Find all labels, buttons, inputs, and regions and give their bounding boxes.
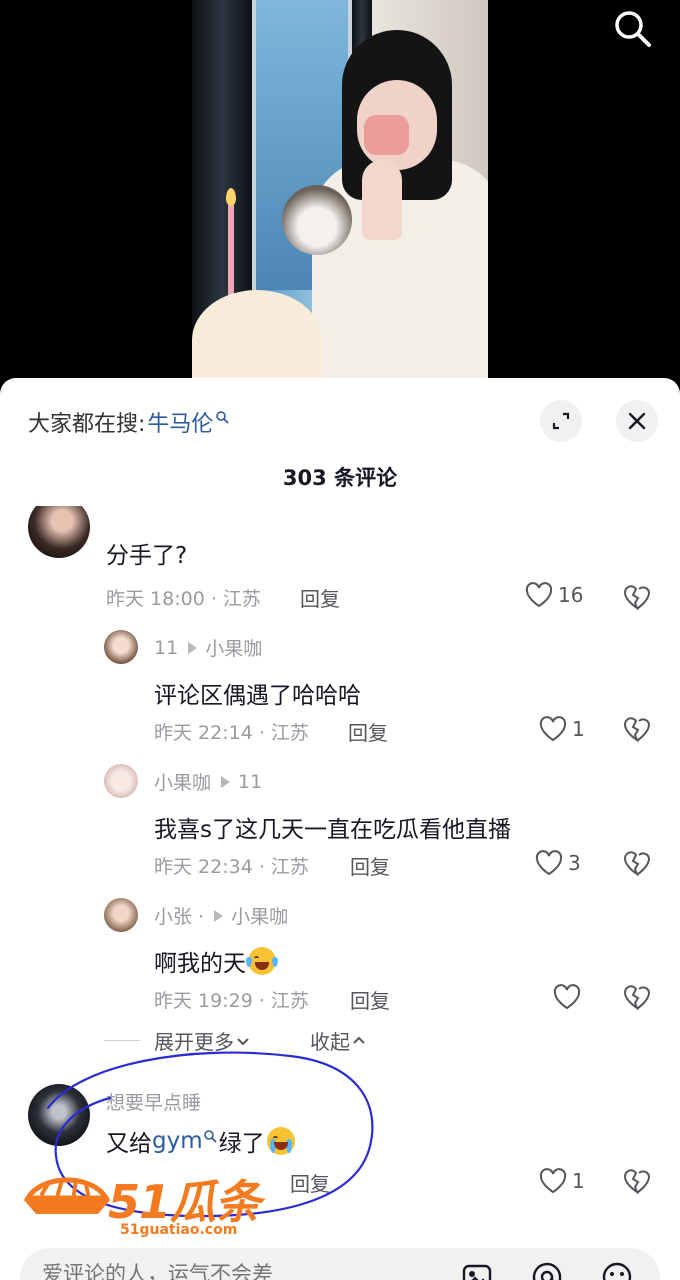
like-button[interactable] bbox=[552, 982, 586, 1012]
hot-search-bar[interactable]: 大家都在搜: 牛马伦 bbox=[28, 404, 229, 440]
cat bbox=[282, 185, 352, 255]
comment-input-bar bbox=[20, 1248, 660, 1280]
praying-hands bbox=[362, 160, 402, 240]
like-button[interactable]: 1 bbox=[538, 1166, 585, 1196]
reply-button[interactable]: 回复 bbox=[350, 851, 390, 880]
watermark: 51瓜条 51guatiao.com bbox=[22, 1166, 282, 1246]
broken-heart-icon[interactable] bbox=[622, 848, 652, 878]
avatar[interactable] bbox=[104, 630, 138, 664]
reply-arrow-icon bbox=[221, 775, 231, 788]
comment-item: 分手了? 昨天 18:00 · 江苏 回复 16 bbox=[0, 506, 680, 626]
comment-time: 昨天 22:14 · 江苏 bbox=[154, 722, 309, 744]
comment-time: 昨天 18:00 · 江苏 bbox=[106, 588, 261, 610]
broken-heart-icon[interactable] bbox=[622, 1166, 652, 1196]
heart-icon bbox=[539, 716, 567, 742]
user-name[interactable]: 小果咖 bbox=[154, 768, 211, 795]
reply-button[interactable]: 回复 bbox=[350, 985, 390, 1014]
broken-heart-icon[interactable] bbox=[622, 982, 652, 1012]
reply-item: 11 小果咖 评论区偶遇了哈哈哈 昨天 22:14 · 江苏 回复 1 bbox=[0, 624, 680, 758]
reply-name-line: 小张 · 小果咖 bbox=[154, 902, 288, 929]
reply-button[interactable]: 回复 bbox=[348, 717, 388, 746]
reply-to-name[interactable]: 11 bbox=[238, 771, 262, 793]
image-icon[interactable] bbox=[460, 1260, 494, 1280]
comment-text: 评论区偶遇了哈哈哈 bbox=[154, 683, 361, 709]
reply-to-name[interactable]: 小果咖 bbox=[231, 902, 288, 929]
at-icon[interactable] bbox=[530, 1260, 564, 1280]
heart-icon bbox=[539, 1168, 567, 1194]
reply-arrow-icon bbox=[214, 909, 224, 922]
comment-input[interactable] bbox=[42, 1262, 442, 1280]
like-button[interactable]: 1 bbox=[538, 714, 585, 744]
candle-flame bbox=[226, 188, 236, 206]
avatar[interactable] bbox=[28, 506, 90, 558]
watermelon-logo-icon bbox=[23, 1177, 111, 1214]
hot-search-term[interactable]: 牛马伦 bbox=[147, 406, 213, 438]
avatar[interactable] bbox=[104, 898, 138, 932]
divider bbox=[104, 1040, 140, 1041]
reply-name-line: 11 小果咖 bbox=[154, 634, 262, 661]
video-player[interactable] bbox=[0, 0, 680, 380]
comment-text: 我喜s了这几天一直在吃瓜看他直播 bbox=[154, 817, 511, 843]
comment-count: 303 条评论 bbox=[282, 466, 398, 490]
video-frame bbox=[192, 0, 488, 380]
user-name[interactable]: 小张 · bbox=[154, 902, 204, 929]
reply-item: 小果咖 11 我喜s了这几天一直在吃瓜看他直播 昨天 22:34 · 江苏 回复… bbox=[0, 758, 680, 892]
broken-heart-icon[interactable] bbox=[622, 714, 652, 744]
broken-heart-icon[interactable] bbox=[622, 582, 652, 612]
candle bbox=[228, 205, 234, 305]
reply-to-name[interactable]: 小果咖 bbox=[205, 634, 262, 661]
search-icon[interactable] bbox=[610, 6, 654, 50]
comment-text-row: 啊我的天 bbox=[154, 944, 278, 978]
heart-icon bbox=[553, 984, 581, 1010]
like-count: 3 bbox=[568, 851, 581, 875]
close-icon bbox=[628, 412, 646, 430]
face-blur bbox=[364, 115, 409, 155]
comment-text: 啊我的天 bbox=[154, 951, 246, 977]
close-button[interactable] bbox=[616, 400, 658, 442]
comment-sheet: 大家都在搜: 牛马伦 303 条评论 分手了? 昨天 18:00 · 江苏 回复… bbox=[0, 378, 680, 1280]
reply-item: 小张 · 小果咖 啊我的天 昨天 19:29 · 江苏 回复 bbox=[0, 892, 680, 1026]
avatar[interactable] bbox=[104, 764, 138, 798]
like-count: 16 bbox=[558, 583, 584, 607]
search-icon bbox=[216, 411, 229, 424]
reply-name-line: 小果咖 11 bbox=[154, 768, 262, 795]
like-button[interactable]: 16 bbox=[524, 580, 583, 610]
heart-icon bbox=[535, 850, 563, 876]
expand-button[interactable] bbox=[540, 400, 582, 442]
comment-time: 昨天 22:34 · 江苏 bbox=[154, 856, 309, 878]
reply-button[interactable]: 回复 bbox=[300, 583, 340, 612]
expand-icon bbox=[552, 412, 570, 430]
heart-icon bbox=[525, 582, 553, 608]
watermark-url: 51guatiao.com bbox=[120, 1222, 238, 1238]
comment-text: 分手了? bbox=[106, 543, 188, 569]
comment-time: 昨天 19:29 · 江苏 bbox=[154, 990, 309, 1012]
user-name[interactable]: 11 bbox=[154, 637, 178, 659]
reply-arrow-icon bbox=[188, 641, 198, 654]
laugh-cry-emoji-icon bbox=[246, 947, 278, 975]
like-button[interactable]: 3 bbox=[534, 848, 581, 878]
cake bbox=[192, 290, 322, 380]
emoji-icon[interactable] bbox=[600, 1260, 634, 1280]
like-count: 1 bbox=[572, 717, 585, 741]
like-count: 1 bbox=[572, 1169, 585, 1193]
hot-search-label: 大家都在搜: bbox=[28, 412, 146, 437]
